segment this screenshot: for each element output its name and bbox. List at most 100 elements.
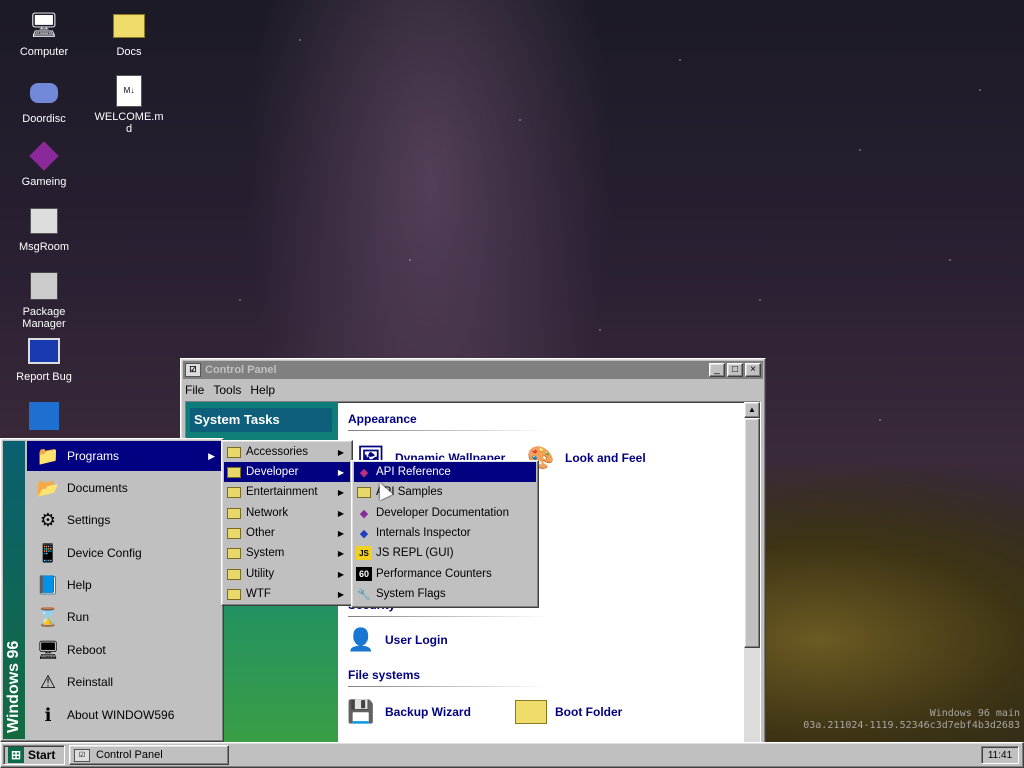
desktop-icon-package-manager[interactable]: Package Manager bbox=[7, 270, 81, 330]
bug-report-icon bbox=[28, 335, 60, 367]
folder-icon bbox=[113, 10, 145, 42]
start-item-label: Programs bbox=[67, 449, 120, 463]
programs-item-label: WTF bbox=[246, 588, 271, 600]
developer-item-js-repl[interactable]: JS JS REPL (GUI) bbox=[354, 543, 536, 563]
programs-submenu: Accessories ▶ Developer ▶ Entertainment … bbox=[221, 440, 353, 606]
programs-item-accessories[interactable]: Accessories ▶ bbox=[224, 442, 350, 462]
start-item-run[interactable]: ⌛ Run bbox=[27, 602, 221, 632]
start-item-about[interactable]: ℹ About WINDOW596 bbox=[27, 700, 221, 730]
desktop-icon-report-bug[interactable]: Report Bug bbox=[7, 335, 81, 383]
desktop-icon-label: Package Manager bbox=[22, 306, 66, 330]
clock[interactable]: 11:41 bbox=[981, 746, 1019, 764]
programs-item-utility[interactable]: Utility ▶ bbox=[224, 564, 350, 584]
start-menu: Windows 96 📁 Programs ▶ 📂 Documents ⚙ Se… bbox=[0, 438, 224, 742]
item-user-login[interactable]: 👤 User Login bbox=[345, 624, 447, 656]
banner-text: Windows 96 bbox=[5, 640, 22, 733]
submenu-arrow-icon: ▶ bbox=[337, 528, 344, 538]
menu-tools[interactable]: Tools bbox=[213, 383, 241, 397]
taskbar: ⊞ Start ☑ Control Panel 11:41 bbox=[0, 742, 1024, 768]
section-divider bbox=[348, 430, 548, 431]
build-info-line: Windows 96 main bbox=[929, 708, 1020, 719]
game-icon bbox=[28, 140, 60, 172]
developer-item-system-flags[interactable]: 🔧 System Flags bbox=[354, 584, 536, 604]
programs-item-label: Accessories bbox=[246, 446, 308, 458]
desktop-icon-welcome[interactable]: M↓ WELCOME.md bbox=[92, 75, 166, 135]
desktop-icon-partial[interactable] bbox=[7, 400, 81, 436]
developer-item-label: API Reference bbox=[376, 466, 451, 478]
programs-item-entertainment[interactable]: Entertainment ▶ bbox=[224, 482, 350, 502]
item-label: Look and Feel bbox=[565, 451, 646, 465]
developer-item-performance-counters[interactable]: 60 Performance Counters bbox=[354, 564, 536, 584]
taskbar-item-control-panel[interactable]: ☑ Control Panel bbox=[69, 745, 229, 765]
menu-bar: File Tools Help bbox=[181, 381, 765, 399]
start-button[interactable]: ⊞ Start bbox=[3, 745, 65, 765]
folder-icon bbox=[226, 526, 242, 540]
desktop-icon-msgroom[interactable]: MsgRoom bbox=[7, 205, 81, 253]
start-item-reinstall[interactable]: ⚠ Reinstall bbox=[27, 667, 221, 697]
desktop-icon-label: Computer bbox=[19, 46, 69, 58]
start-item-device-config[interactable]: 📱 Device Config bbox=[27, 538, 221, 568]
folder-icon bbox=[226, 567, 242, 581]
desktop-icon-label: Gameing bbox=[21, 176, 67, 188]
programs-item-system[interactable]: System ▶ bbox=[224, 543, 350, 563]
folder-icon bbox=[226, 485, 242, 499]
item-look-and-feel[interactable]: 🎨 Look and Feel bbox=[525, 442, 646, 474]
counter-icon: 60 bbox=[356, 567, 372, 581]
item-backup-wizard[interactable]: 💾 Backup Wizard bbox=[345, 696, 471, 728]
start-item-label: Run bbox=[67, 610, 90, 624]
maximize-button[interactable]: □ bbox=[727, 363, 743, 377]
developer-item-label: System Flags bbox=[376, 588, 446, 600]
programs-item-developer[interactable]: Developer ▶ bbox=[224, 462, 350, 482]
device-icon: 📱 bbox=[36, 542, 60, 563]
folder-icon bbox=[226, 506, 242, 520]
build-info-line: 03a.211024-1119.52346c3d7ebf4b3d2683 bbox=[803, 720, 1020, 731]
wrench-icon: 🔧 bbox=[357, 588, 371, 601]
desktop-icon-computer[interactable]: 🖥 Computer bbox=[7, 10, 81, 59]
programs-item-wtf[interactable]: WTF ▶ bbox=[224, 584, 350, 604]
item-boot-folder[interactable]: Boot Folder bbox=[515, 696, 622, 728]
section-file-systems: File systems bbox=[348, 668, 421, 682]
scroll-up-icon[interactable]: ▲ bbox=[744, 402, 760, 418]
scroll-thumb[interactable] bbox=[744, 418, 760, 648]
submenu-arrow-icon: ▶ bbox=[337, 569, 344, 579]
user-icon: 👤 bbox=[347, 627, 375, 652]
start-item-label: About WINDOW596 bbox=[67, 708, 175, 722]
system-tasks-header[interactable]: System Tasks bbox=[190, 408, 332, 432]
start-item-programs[interactable]: 📁 Programs ▶ bbox=[27, 441, 221, 471]
close-button[interactable]: × bbox=[745, 363, 761, 377]
developer-item-internals-inspector[interactable]: ◆ Internals Inspector bbox=[354, 523, 536, 543]
desktop-icon-label: Docs bbox=[116, 46, 142, 58]
minimize-button[interactable]: _ bbox=[709, 363, 725, 377]
start-item-documents[interactable]: 📂 Documents bbox=[27, 473, 221, 503]
menu-file[interactable]: File bbox=[185, 383, 204, 397]
submenu-arrow-icon: ▶ bbox=[337, 487, 344, 497]
developer-item-label: JS REPL (GUI) bbox=[376, 547, 454, 559]
title-bar[interactable]: ☑ Control Panel _ □ × bbox=[183, 361, 763, 379]
help-book-icon: 📘 bbox=[36, 574, 60, 595]
folder-icon bbox=[515, 696, 547, 728]
menu-help[interactable]: Help bbox=[250, 383, 275, 397]
taskbar-item-label: Control Panel bbox=[96, 749, 163, 761]
markdown-file-icon: M↓ bbox=[113, 75, 145, 107]
start-item-label: Reinstall bbox=[67, 675, 114, 689]
programs-item-label: Other bbox=[246, 527, 275, 539]
start-item-reboot[interactable]: 🖥 Reboot bbox=[27, 635, 221, 665]
programs-item-network[interactable]: Network ▶ bbox=[224, 503, 350, 523]
developer-item-label: Performance Counters bbox=[376, 568, 492, 580]
desktop-icon-doordisc[interactable]: Doordisc bbox=[7, 77, 81, 125]
developer-item-api-reference[interactable]: ◆ API Reference bbox=[354, 462, 536, 482]
start-item-help[interactable]: 📘 Help bbox=[27, 570, 221, 600]
start-item-label: Device Config bbox=[67, 546, 142, 560]
desktop-icon-label: Report Bug bbox=[16, 371, 72, 383]
start-item-settings[interactable]: ⚙ Settings bbox=[27, 505, 221, 535]
desktop-icon-gameing[interactable]: Gameing bbox=[7, 140, 81, 188]
vertical-scrollbar[interactable]: ▲ bbox=[744, 402, 760, 742]
js-icon: JS bbox=[356, 546, 372, 560]
book-icon: ◆ bbox=[359, 466, 369, 479]
programs-item-other[interactable]: Other ▶ bbox=[224, 523, 350, 543]
control-panel-icon: ☑ bbox=[185, 363, 201, 377]
start-logo-icon: ⊞ bbox=[8, 747, 24, 763]
developer-item-developer-documentation[interactable]: ◆ Developer Documentation bbox=[354, 503, 536, 523]
app-icon bbox=[28, 400, 60, 432]
desktop-icon-docs[interactable]: Docs bbox=[92, 10, 166, 58]
